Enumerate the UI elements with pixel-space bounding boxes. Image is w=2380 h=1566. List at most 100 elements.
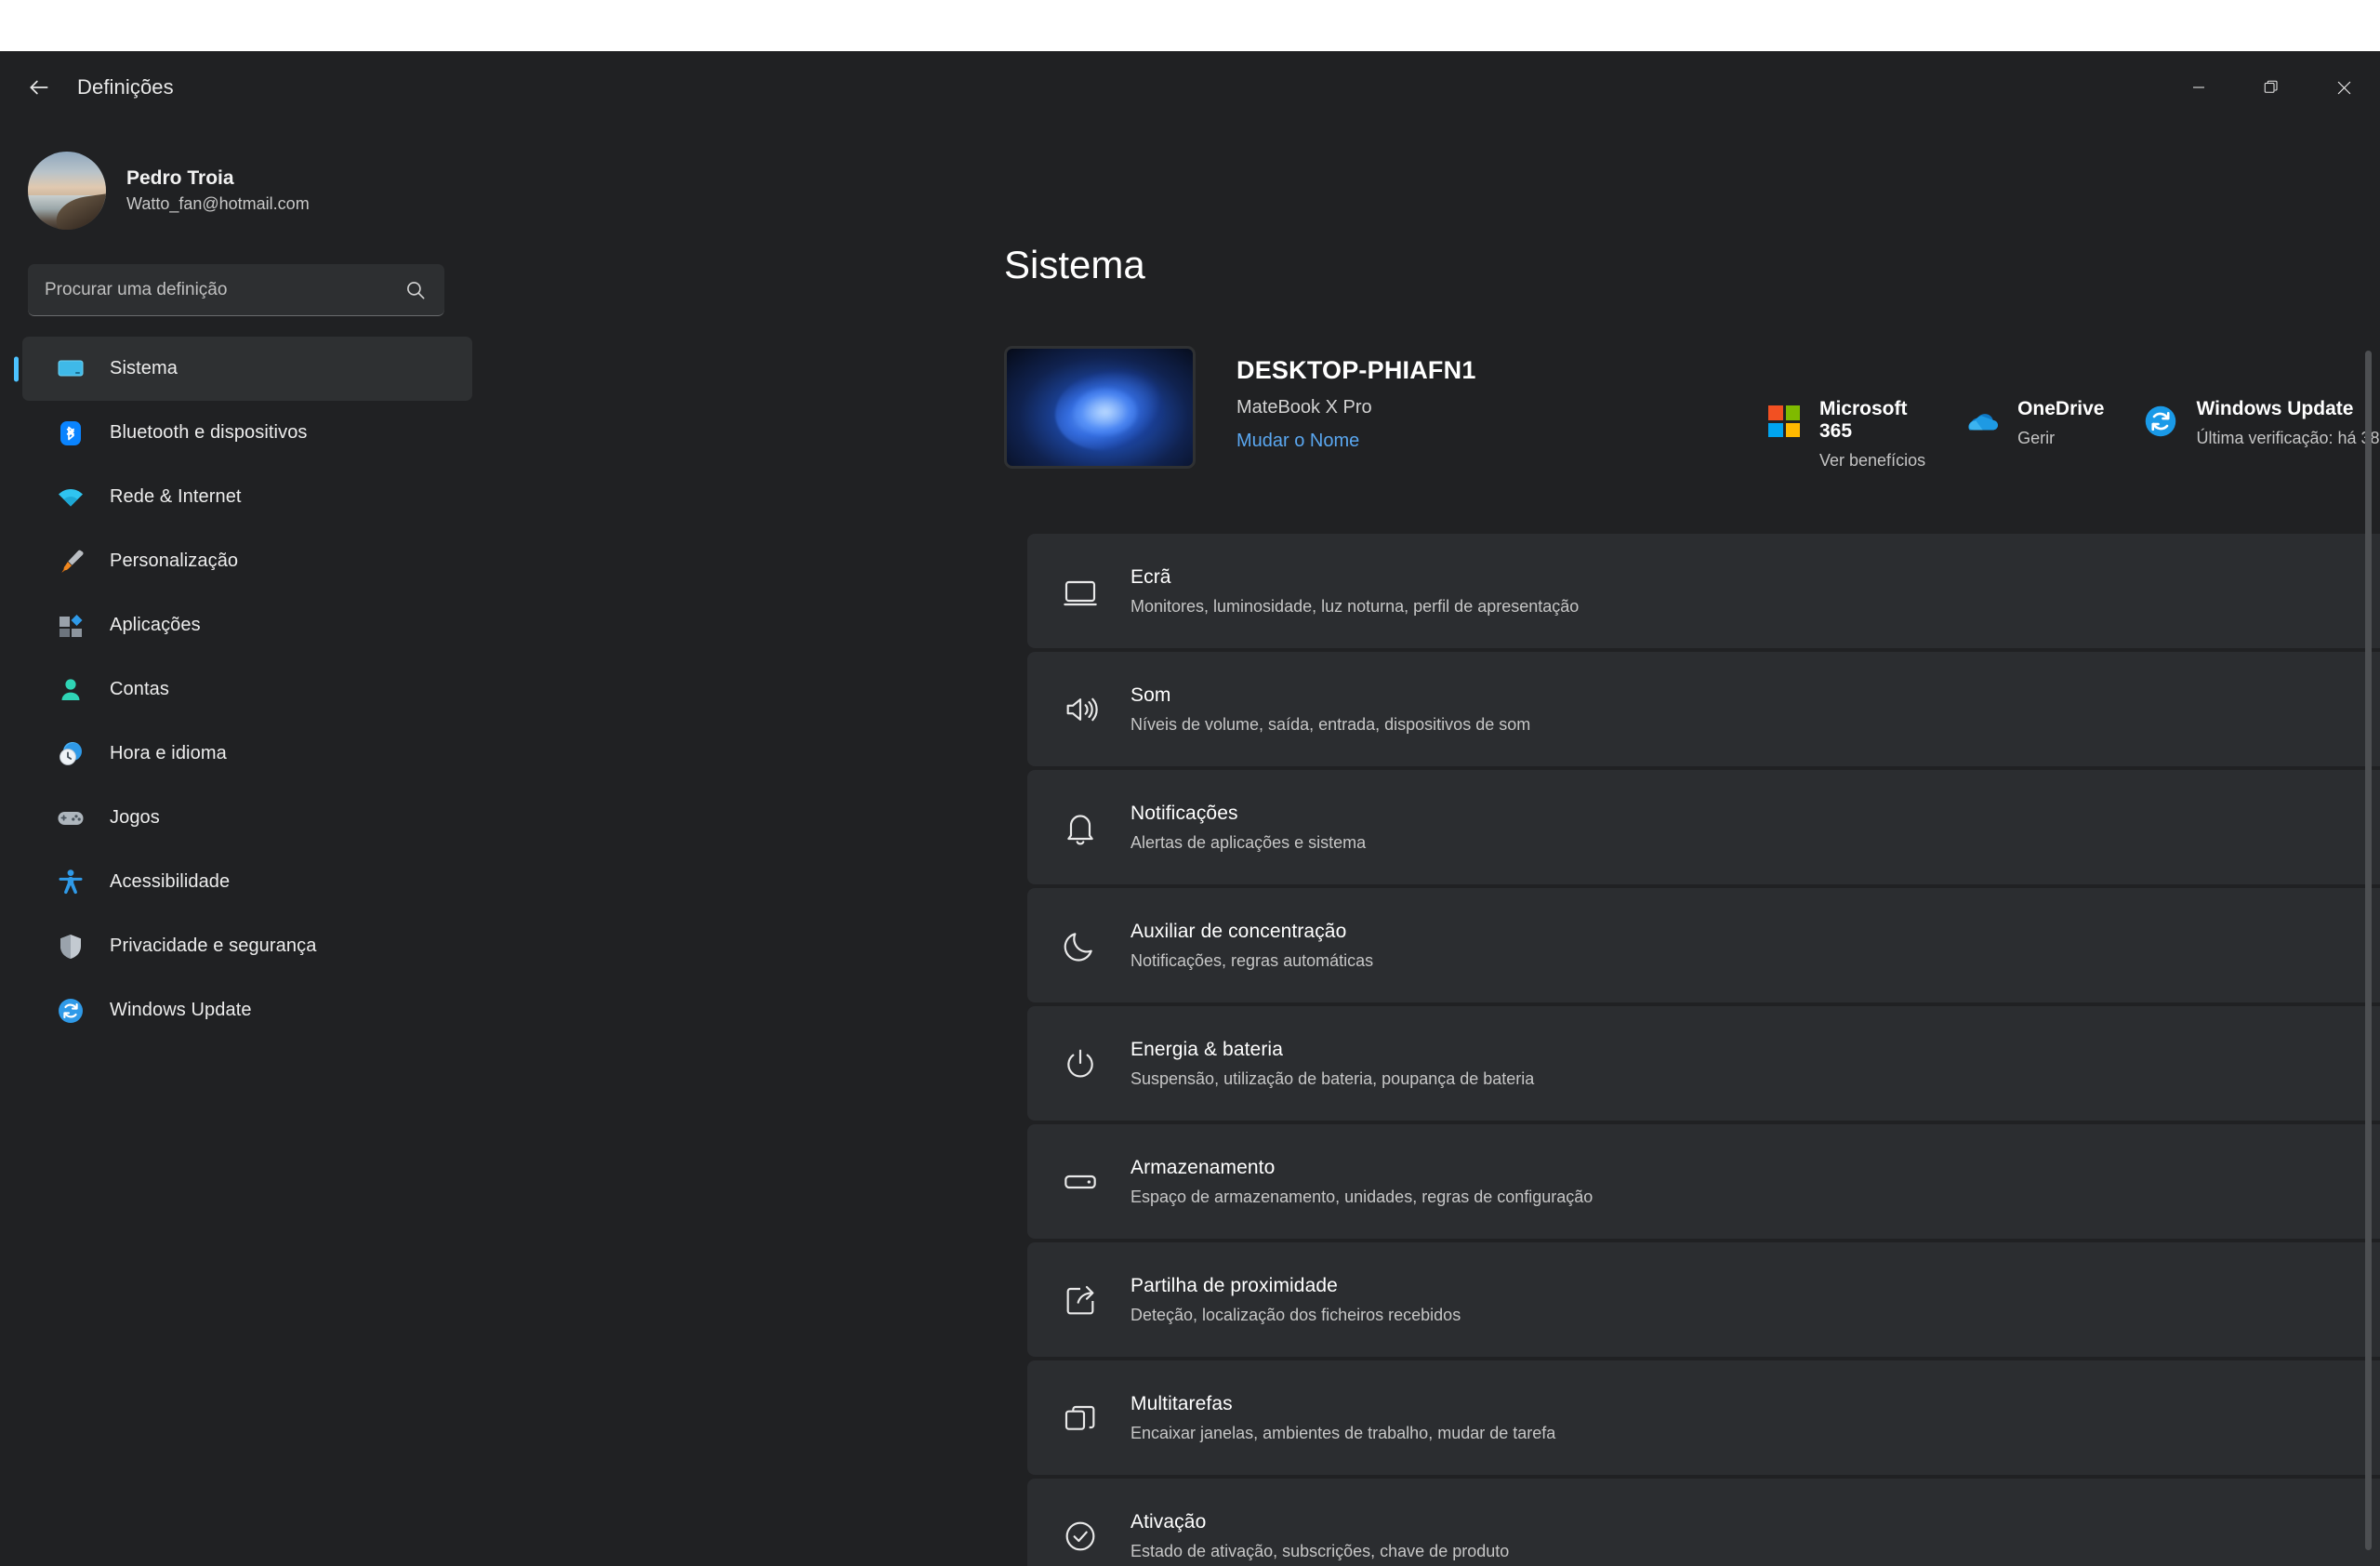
power-icon: [1059, 1042, 1102, 1085]
bluetooth-icon: [54, 417, 87, 450]
sidebar-item-label: Sistema: [110, 358, 178, 378]
bell-icon: [1059, 806, 1102, 849]
sidebar-item-hora-idioma[interactable]: Hora e idioma: [22, 722, 472, 786]
shield-icon: [54, 930, 87, 963]
clock-globe-icon: [54, 737, 87, 771]
settings-row-ativacao[interactable]: Ativação Estado de ativação, subscrições…: [1027, 1479, 2380, 1566]
sidebar-item-label: Hora e idioma: [110, 743, 227, 763]
sidebar-item-label: Aplicações: [110, 615, 201, 635]
row-subtitle: Estado de ativação, subscrições, chave d…: [1130, 1541, 1510, 1560]
account-block[interactable]: Pedro Troia Watto_fan@hotmail.com: [28, 152, 491, 230]
row-title: Som: [1130, 683, 1171, 706]
search-icon: [403, 278, 428, 302]
account-email: Watto_fan@hotmail.com: [126, 194, 310, 213]
row-subtitle: Encaixar janelas, ambientes de trabalho,…: [1130, 1423, 1556, 1442]
window-body: Pedro Troia Watto_fan@hotmail.com Procur…: [0, 124, 2380, 1566]
moon-icon: [1059, 924, 1102, 967]
row-title: Armazenamento: [1130, 1156, 1276, 1178]
accessibility-icon: [54, 866, 87, 899]
account-name: Pedro Troia: [126, 167, 234, 189]
row-title: Auxiliar de concentração: [1130, 920, 1347, 942]
settings-rows: Ecrã Monitores, luminosidade, luz noturn…: [1027, 534, 2380, 1566]
page-title: Sistema: [1004, 243, 1145, 286]
sidebar-item-acessibilidade[interactable]: Acessibilidade: [22, 850, 472, 914]
service-onedrive[interactable]: OneDrive Gerir: [1963, 398, 2104, 448]
settings-row-notificacoes[interactable]: Notificações Alertas de aplicações e sis…: [1027, 770, 2380, 884]
row-title: Partilha de proximidade: [1130, 1274, 1338, 1296]
service-windows-update[interactable]: Windows Update Última verificação: há 38…: [2141, 398, 2380, 448]
sidebar: Pedro Troia Watto_fan@hotmail.com Procur…: [0, 124, 491, 1566]
settings-row-partilha-proximidade[interactable]: Partilha de proximidade Deteção, localiz…: [1027, 1242, 2380, 1357]
settings-row-som[interactable]: Som Níveis de volume, saída, entrada, di…: [1027, 652, 2380, 766]
sidebar-item-jogos[interactable]: Jogos: [22, 786, 472, 850]
sidebar-item-windows-update[interactable]: Windows Update: [22, 978, 472, 1042]
device-name: DESKTOP-PHIAFN1: [1236, 356, 1476, 384]
sidebar-item-contas[interactable]: Contas: [22, 657, 472, 722]
sidebar-item-bluetooth[interactable]: Bluetooth e dispositivos: [22, 401, 472, 465]
device-model: MateBook X Pro: [1236, 397, 1372, 418]
sidebar-item-aplicacoes[interactable]: Aplicações: [22, 593, 472, 657]
settings-row-armazenamento[interactable]: Armazenamento Espaço de armazenamento, u…: [1027, 1124, 2380, 1239]
search-box[interactable]: [28, 264, 444, 316]
display-icon: [54, 352, 87, 386]
sidebar-item-label: Bluetooth e dispositivos: [110, 422, 308, 443]
sidebar-item-personalizacao[interactable]: Personalização: [22, 529, 472, 593]
wifi-icon: [54, 481, 87, 514]
microsoft-logo-icon: [1765, 402, 1804, 441]
check-circle-icon: [1059, 1515, 1102, 1558]
search-input[interactable]: [45, 279, 403, 300]
sidebar-item-sistema[interactable]: Sistema: [22, 337, 472, 401]
person-icon: [54, 673, 87, 707]
row-title: Multitarefas: [1130, 1392, 1233, 1414]
sidebar-item-label: Contas: [110, 679, 169, 699]
sidebar-item-label: Privacidade e segurança: [110, 936, 317, 956]
scrollbar[interactable]: [2364, 315, 2373, 1566]
maximize-button[interactable]: [2235, 51, 2307, 124]
apps-icon: [54, 609, 87, 643]
settings-row-ecra[interactable]: Ecrã Monitores, luminosidade, luz noturn…: [1027, 534, 2380, 648]
service-title: Microsoft 365: [1819, 398, 1908, 442]
sidebar-item-label: Personalização: [110, 551, 239, 571]
sidebar-item-label: Acessibilidade: [110, 871, 231, 892]
close-button[interactable]: [2307, 51, 2380, 124]
avatar: [28, 152, 106, 230]
sidebar-item-label: Rede & Internet: [110, 486, 242, 507]
drive-icon: [1059, 1161, 1102, 1203]
settings-row-auxiliar-concentracao[interactable]: Auxiliar de concentração Notificações, r…: [1027, 888, 2380, 1002]
settings-window: Definições Pedro Troia Watto_fan@hotmail…: [0, 51, 2380, 1566]
windows-update-icon: [2141, 402, 2180, 441]
speaker-icon: [1059, 688, 1102, 731]
service-title: OneDrive: [2017, 398, 2105, 419]
share-icon: [1059, 1279, 1102, 1321]
window-controls: [2162, 51, 2380, 124]
row-subtitle: Notificações, regras automáticas: [1130, 950, 1374, 970]
gamepad-icon: [54, 802, 87, 835]
app-title: Definições: [77, 75, 174, 99]
service-subtitle: Última verificação: há 38 minutos: [2196, 429, 2380, 447]
rename-device-link[interactable]: Mudar o Nome: [1236, 431, 1359, 452]
settings-row-energia-bateria[interactable]: Energia & bateria Suspensão, utilização …: [1027, 1006, 2380, 1121]
settings-row-multitarefas[interactable]: Multitarefas Encaixar janelas, ambientes…: [1027, 1360, 2380, 1475]
sidebar-item-rede-internet[interactable]: Rede & Internet: [22, 465, 472, 529]
row-subtitle: Deteção, localização dos ficheiros receb…: [1130, 1305, 1461, 1324]
main-content: Sistema DESKTOP-PHIAFN1 MateBook X Pro M…: [491, 124, 2380, 1566]
sidebar-item-label: Jogos: [110, 807, 160, 828]
sidebar-nav: Sistema Bluetooth e dispositivos Rede & …: [0, 337, 491, 1042]
row-title: Ecrã: [1130, 565, 1171, 588]
service-subtitle: Ver benefícios: [1819, 451, 1926, 470]
windows-stack-icon: [1059, 1397, 1102, 1440]
monitor-icon: [1059, 570, 1102, 613]
row-subtitle: Monitores, luminosidade, luz noturna, pe…: [1130, 596, 1580, 616]
device-thumbnail: [1004, 346, 1196, 469]
back-button[interactable]: [13, 61, 65, 113]
row-title: Notificações: [1130, 802, 1238, 824]
service-links: Microsoft 365 Ver benefícios OneDrive Ge…: [1765, 398, 2380, 471]
row-subtitle: Alertas de aplicações e sistema: [1130, 832, 1367, 852]
update-icon: [54, 994, 87, 1028]
service-microsoft-365[interactable]: Microsoft 365 Ver benefícios: [1765, 398, 1925, 471]
scrollbar-thumb[interactable]: [2365, 351, 2372, 1550]
title-bar: Definições: [0, 51, 2380, 124]
screen: Definições Pedro Troia Watto_fan@hotmail…: [0, 0, 2380, 1566]
minimize-button[interactable]: [2162, 51, 2235, 124]
sidebar-item-privacidade-seguranca[interactable]: Privacidade e segurança: [22, 914, 472, 978]
